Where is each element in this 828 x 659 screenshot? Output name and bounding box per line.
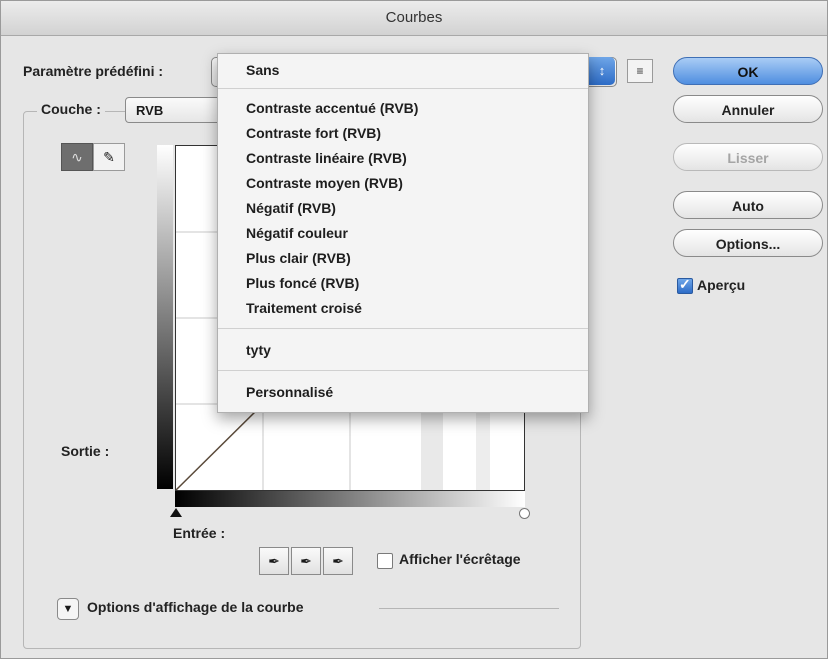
input-label: Entrée : [173,525,226,541]
channel-label: Couche : [37,101,105,117]
menu-item-traitement-croise[interactable]: Traitement croisé [246,300,362,316]
menu-item-negatif[interactable]: Négatif (RVB) [246,200,336,216]
menu-item-negatif-couleur[interactable]: Négatif couleur [246,225,348,241]
menu-item-personnalise[interactable]: Personnalisé [246,384,333,400]
menu-item-contraste-lineaire[interactable]: Contraste linéaire (RVB) [246,150,407,166]
curve-display-options-label: Options d'affichage de la courbe [87,599,304,615]
dialog-title: Courbes [1,1,827,36]
ok-button[interactable]: OK [673,57,823,85]
menu-item-contraste-accentue[interactable]: Contraste accentué (RVB) [246,100,418,116]
show-clipping-checkbox[interactable] [377,553,393,569]
cancel-button[interactable]: Annuler [673,95,823,123]
menu-item-contraste-fort[interactable]: Contraste fort (RVB) [246,125,381,141]
menu-item-sans[interactable]: Sans [246,62,279,78]
divider [379,608,559,609]
black-eyedropper-icon[interactable]: ✒ [259,547,289,575]
black-point-slider[interactable] [170,508,182,517]
menu-item-plus-clair[interactable]: Plus clair (RVB) [246,250,351,266]
options-button[interactable]: Options... [673,229,823,257]
curves-dialog: Courbes Paramètre prédéfini : ↕ ≡ Couche… [0,0,828,659]
preset-label: Paramètre prédéfini : [23,63,164,79]
preset-dropdown-menu: Sans Contraste accentué (RVB) Contraste … [217,53,589,413]
menu-separator [218,370,588,371]
preview-checkbox[interactable] [677,276,693,294]
smooth-button[interactable]: Lisser [673,143,823,171]
menu-item-plus-fonce[interactable]: Plus foncé (RVB) [246,275,359,291]
input-gradient-bar [175,491,525,507]
disclosure-triangle-icon[interactable]: ▼ [57,598,79,620]
preview-label: Aperçu [697,277,746,293]
gray-eyedropper-icon[interactable]: ✒ [291,547,321,575]
auto-button[interactable]: Auto [673,191,823,219]
menu-item-contraste-moyen[interactable]: Contraste moyen (RVB) [246,175,403,191]
white-eyedropper-icon[interactable]: ✒ [323,547,353,575]
preset-options-menu-icon[interactable]: ≡ [627,59,653,83]
curve-tool-icon[interactable]: ∿ [61,143,93,171]
menu-separator [218,328,588,329]
white-point-slider[interactable] [519,508,530,519]
pencil-icon[interactable]: ✎ [93,143,125,171]
preset-select-arrows-icon[interactable]: ↕ [589,57,615,85]
output-label: Sortie : [61,443,110,459]
show-clipping-label: Afficher l'écrêtage [399,551,521,567]
menu-item-tyty[interactable]: tyty [246,342,271,358]
output-gradient-bar [157,145,173,489]
menu-separator [218,88,588,89]
